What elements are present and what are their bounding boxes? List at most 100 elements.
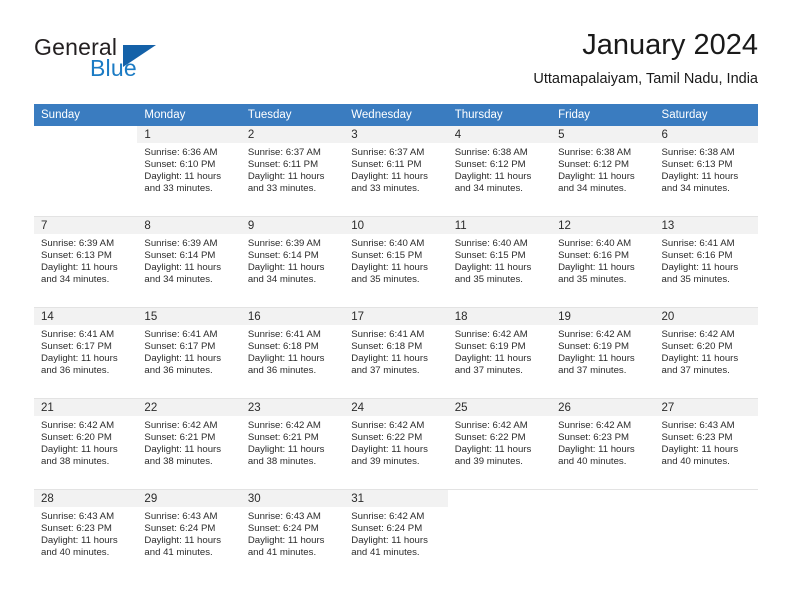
calendar-day-cell[interactable]: 8 Sunrise: 6:39 AM Sunset: 6:14 PM Daylight… <box>137 216 241 308</box>
day-details: Sunrise: 6:42 AM Sunset: 6:20 PM Daylight:… <box>655 325 758 377</box>
sunset-time: Sunset: 6:20 PM <box>661 341 733 353</box>
day-number: 9 <box>240 217 345 234</box>
day-number: 21 <box>34 399 138 416</box>
calendar-cell-inner: 4 Sunrise: 6:38 AM Sunset: 6:12 PM Daylight… <box>447 126 552 216</box>
calendar-day-cell[interactable]: 9 Sunrise: 6:39 AM Sunset: 6:14 PM Daylight… <box>240 216 345 308</box>
calendar-cell-inner <box>447 490 552 580</box>
weekday-header-saturday: Saturday <box>654 104 758 126</box>
calendar-cell-inner: 3 Sunrise: 6:37 AM Sunset: 6:11 PM Daylight… <box>344 126 448 216</box>
calendar-cell-empty <box>447 489 552 580</box>
daylight-duration-line2: and 40 minutes. <box>558 456 627 468</box>
calendar-day-cell[interactable]: 21 Sunrise: 6:42 AM Sunset: 6:20 PM Dayligh… <box>34 398 138 490</box>
calendar-day-cell[interactable]: 16 Sunrise: 6:41 AM Sunset: 6:18 PM Dayligh… <box>240 307 345 399</box>
calendar-day-cell[interactable]: 2 Sunrise: 6:37 AM Sunset: 6:11 PM Daylight… <box>240 126 345 217</box>
daylight-duration-line1: Daylight: 11 hours <box>558 353 635 365</box>
day-number: 11 <box>447 217 552 234</box>
calendar-day-cell[interactable]: 20 Sunrise: 6:42 AM Sunset: 6:20 PM Dayligh… <box>654 307 758 399</box>
sunset-time: Sunset: 6:13 PM <box>41 250 112 262</box>
calendar-day-cell[interactable]: 27 Sunrise: 6:43 AM Sunset: 6:23 PM Dayligh… <box>654 398 758 490</box>
daylight-duration-line2: and 40 minutes. <box>41 547 110 559</box>
calendar-body: 1 Sunrise: 6:36 AM Sunset: 6:10 PM Daylight… <box>34 126 758 580</box>
daylight-duration-line2: and 35 minutes. <box>351 274 420 286</box>
calendar-day-cell[interactable]: 18 Sunrise: 6:42 AM Sunset: 6:19 PM Dayligh… <box>447 307 552 399</box>
sunrise-time: Sunrise: 6:40 AM <box>558 238 632 249</box>
daylight-duration-line2: and 39 minutes. <box>351 456 420 468</box>
daylight-duration-line1: Daylight: 11 hours <box>144 262 222 274</box>
day-number: 23 <box>240 399 345 416</box>
day-number: 20 <box>654 308 758 325</box>
daylight-duration-line1: Daylight: 11 hours <box>247 262 325 274</box>
calendar-week-row: 21 Sunrise: 6:42 AM Sunset: 6:20 PM Dayligh… <box>34 398 758 490</box>
sunset-time: Sunset: 6:22 PM <box>454 432 526 444</box>
day-number: 4 <box>447 126 552 143</box>
calendar-day-cell[interactable]: 15 Sunrise: 6:41 AM Sunset: 6:17 PM Dayligh… <box>137 307 241 399</box>
daylight-duration-line2: and 34 minutes. <box>247 274 317 286</box>
sunset-time: Sunset: 6:15 PM <box>351 250 423 262</box>
sunset-time: Sunset: 6:23 PM <box>41 523 112 535</box>
day-number: 7 <box>34 217 138 234</box>
calendar-cell-inner: 23 Sunrise: 6:42 AM Sunset: 6:21 PM Dayligh… <box>240 399 345 489</box>
calendar-day-cell[interactable]: 3 Sunrise: 6:37 AM Sunset: 6:11 PM Daylight… <box>344 126 448 217</box>
calendar-day-cell[interactable]: 5 Sunrise: 6:38 AM Sunset: 6:12 PM Daylight… <box>551 126 655 217</box>
calendar-day-cell[interactable]: 23 Sunrise: 6:42 AM Sunset: 6:21 PM Dayligh… <box>240 398 345 490</box>
daylight-duration-line2: and 35 minutes. <box>558 274 627 286</box>
page-subtitle: Uttamapalaiyam, Tamil Nadu, India <box>533 71 758 87</box>
calendar-day-cell[interactable]: 31 Sunrise: 6:42 AM Sunset: 6:24 PM Dayligh… <box>344 489 448 580</box>
day-number: 8 <box>137 217 241 234</box>
sunset-time: Sunset: 6:19 PM <box>454 341 526 353</box>
page-title: January 2024 <box>582 29 758 61</box>
daylight-duration-line2: and 36 minutes. <box>41 365 110 377</box>
brand-logo[interactable]: General Blue <box>34 34 294 90</box>
calendar-day-cell[interactable]: 25 Sunrise: 6:42 AM Sunset: 6:22 PM Dayligh… <box>447 398 552 490</box>
sunset-time: Sunset: 6:12 PM <box>454 159 526 171</box>
calendar-day-cell[interactable]: 13 Sunrise: 6:41 AM Sunset: 6:16 PM Dayligh… <box>654 216 758 308</box>
calendar-day-cell[interactable]: 14 Sunrise: 6:41 AM Sunset: 6:17 PM Dayligh… <box>34 307 138 399</box>
day-details: Sunrise: 6:37 AM Sunset: 6:11 PM Daylight:… <box>344 143 447 195</box>
calendar-day-cell[interactable]: 10 Sunrise: 6:40 AM Sunset: 6:15 PM Dayligh… <box>344 216 448 308</box>
day-number: 26 <box>551 399 655 416</box>
sunrise-time: Sunrise: 6:39 AM <box>144 238 218 249</box>
sunset-time: Sunset: 6:17 PM <box>144 341 216 353</box>
calendar-day-cell[interactable]: 19 Sunrise: 6:42 AM Sunset: 6:19 PM Dayligh… <box>551 307 655 399</box>
day-number: 10 <box>344 217 448 234</box>
calendar-day-cell[interactable]: 28 Sunrise: 6:43 AM Sunset: 6:23 PM Dayligh… <box>34 489 138 580</box>
daylight-duration-line1: Daylight: 11 hours <box>144 535 222 547</box>
day-details: Sunrise: 6:41 AM Sunset: 6:18 PM Daylight:… <box>241 325 344 377</box>
calendar-day-cell[interactable]: 11 Sunrise: 6:40 AM Sunset: 6:15 PM Dayligh… <box>447 216 552 308</box>
day-details: Sunrise: 6:39 AM Sunset: 6:14 PM Daylight:… <box>241 234 344 286</box>
day-details: Sunrise: 6:40 AM Sunset: 6:16 PM Daylight:… <box>551 234 654 286</box>
calendar-day-cell[interactable]: 26 Sunrise: 6:42 AM Sunset: 6:23 PM Dayligh… <box>551 398 655 490</box>
calendar-cell-inner: 1 Sunrise: 6:36 AM Sunset: 6:10 PM Daylight… <box>137 126 241 216</box>
sunset-time: Sunset: 6:22 PM <box>351 432 423 444</box>
sunrise-time: Sunrise: 6:36 AM <box>144 147 218 158</box>
calendar-day-cell[interactable]: 6 Sunrise: 6:38 AM Sunset: 6:13 PM Daylight… <box>654 126 758 217</box>
calendar-cell-inner: 8 Sunrise: 6:39 AM Sunset: 6:14 PM Daylight… <box>137 217 241 307</box>
sunrise-time: Sunrise: 6:42 AM <box>661 329 735 340</box>
day-number: 22 <box>137 399 241 416</box>
calendar-day-cell[interactable]: 12 Sunrise: 6:40 AM Sunset: 6:16 PM Dayligh… <box>551 216 655 308</box>
sunset-time: Sunset: 6:13 PM <box>661 159 733 171</box>
sunset-time: Sunset: 6:19 PM <box>558 341 630 353</box>
calendar-day-cell[interactable]: 29 Sunrise: 6:43 AM Sunset: 6:24 PM Dayligh… <box>137 489 241 580</box>
daylight-duration-line2: and 36 minutes. <box>144 365 213 377</box>
sunrise-time: Sunrise: 6:42 AM <box>41 420 115 431</box>
sunset-time: Sunset: 6:21 PM <box>144 432 216 444</box>
day-details: Sunrise: 6:42 AM Sunset: 6:21 PM Daylight:… <box>137 416 240 468</box>
sunset-time: Sunset: 6:18 PM <box>351 341 423 353</box>
calendar-day-cell[interactable]: 1 Sunrise: 6:36 AM Sunset: 6:10 PM Daylight… <box>137 126 241 217</box>
calendar-day-cell[interactable]: 7 Sunrise: 6:39 AM Sunset: 6:13 PM Daylight… <box>34 216 138 308</box>
calendar-page: General Blue January 2024 Uttamapalaiyam… <box>0 0 792 612</box>
title-block: January 2024 Uttamapalaiyam, Tamil Nadu,… <box>533 28 758 90</box>
calendar-day-cell[interactable]: 30 Sunrise: 6:43 AM Sunset: 6:24 PM Dayligh… <box>240 489 345 580</box>
sunrise-time: Sunrise: 6:41 AM <box>351 329 425 340</box>
calendar-day-cell[interactable]: 17 Sunrise: 6:41 AM Sunset: 6:18 PM Dayligh… <box>344 307 448 399</box>
day-number <box>34 126 138 143</box>
calendar-cell-inner: 15 Sunrise: 6:41 AM Sunset: 6:17 PM Dayligh… <box>137 308 241 398</box>
sunset-time: Sunset: 6:18 PM <box>247 341 319 353</box>
calendar-day-cell[interactable]: 22 Sunrise: 6:42 AM Sunset: 6:21 PM Dayligh… <box>137 398 241 490</box>
calendar-day-cell[interactable]: 24 Sunrise: 6:42 AM Sunset: 6:22 PM Dayligh… <box>344 398 448 490</box>
calendar-cell-inner: 29 Sunrise: 6:43 AM Sunset: 6:24 PM Dayligh… <box>137 490 241 580</box>
calendar-day-cell[interactable]: 4 Sunrise: 6:38 AM Sunset: 6:12 PM Daylight… <box>447 126 552 217</box>
calendar-cell-inner: 12 Sunrise: 6:40 AM Sunset: 6:16 PM Dayligh… <box>551 217 655 307</box>
day-number: 24 <box>344 399 448 416</box>
